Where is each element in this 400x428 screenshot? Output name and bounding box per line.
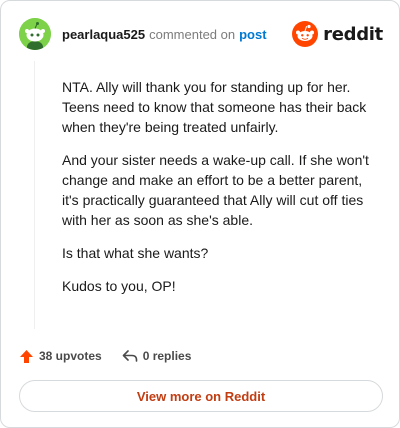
user-avatar[interactable] (19, 18, 51, 50)
upvote-button[interactable]: 38 upvotes (19, 349, 102, 364)
upvote-arrow-icon (20, 349, 33, 363)
comment-header: pearlaqua525 commented on post reddit (19, 17, 383, 51)
comment-meta: pearlaqua525 commented on post (62, 27, 267, 42)
comment-paragraph: NTA. Ally will thank you for standing up… (62, 79, 367, 135)
username-link[interactable]: pearlaqua525 (62, 27, 145, 42)
reply-count: 0 replies (142, 349, 192, 363)
snoo-avatar-icon (19, 18, 51, 50)
comment-body: NTA. Ally will thank you for standing up… (62, 77, 382, 309)
view-more-button[interactable]: View more on Reddit (19, 380, 383, 412)
reddit-wordmark: reddit (323, 23, 383, 45)
comment-paragraph: Kudos to you, OP! (62, 278, 176, 294)
post-link[interactable]: post (239, 27, 266, 42)
upvote-count: 38 upvotes (39, 349, 102, 363)
comment-paragraph: And your sister needs a wake-up call. If… (62, 152, 369, 228)
embedded-comment-card: pearlaqua525 commented on post reddit NT… (0, 0, 400, 428)
reply-arrow-icon (122, 350, 138, 362)
commented-on-text: commented on (149, 26, 236, 42)
reddit-logo[interactable]: reddit (292, 21, 383, 47)
reddit-logo-icon (292, 21, 319, 47)
comment-actions: 38 upvotes 0 replies (19, 345, 191, 367)
comment-paragraph: Is that what she wants? (62, 245, 209, 261)
reply-button[interactable]: 0 replies (122, 349, 192, 363)
thread-line (34, 61, 35, 329)
